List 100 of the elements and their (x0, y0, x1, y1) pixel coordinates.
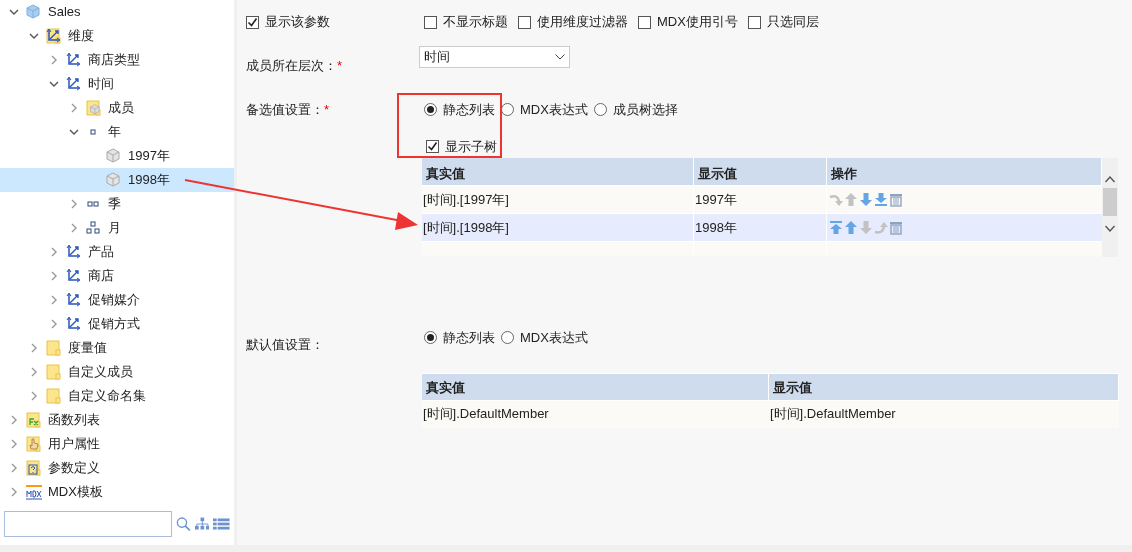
tree-label: 1997年 (128, 147, 170, 166)
tree-item[interactable]: 促销媒介 (0, 288, 234, 312)
tree-item[interactable]: 参数定义 (0, 456, 234, 480)
search-icon[interactable] (176, 516, 191, 532)
chevron-down-icon (555, 54, 565, 60)
chevron-right-icon[interactable] (29, 343, 39, 353)
tree-label: 促销媒介 (88, 291, 140, 310)
tree-item[interactable]: 促销方式 (0, 312, 234, 336)
folder-icon (46, 340, 62, 356)
tree-label: 成员 (108, 99, 134, 118)
tree-label: 维度 (68, 27, 94, 46)
field-label: 成员所在层次：* (246, 58, 343, 73)
tree-label: 参数定义 (48, 459, 100, 478)
checkbox[interactable] (518, 15, 531, 29)
checkbox[interactable] (747, 15, 761, 29)
chevron-right-icon[interactable] (9, 439, 19, 449)
radio-button[interactable] (424, 331, 437, 345)
tree-item[interactable]: 用户属性 (0, 432, 234, 456)
trash-icon[interactable] (889, 192, 903, 207)
list-icon[interactable] (213, 518, 230, 530)
chevron-down-icon[interactable] (49, 79, 59, 89)
chevron-right-icon[interactable] (69, 223, 79, 233)
axis-icon (66, 76, 82, 92)
tree-item[interactable]: 函数列表 (0, 408, 234, 432)
scrollbar[interactable] (1102, 158, 1118, 257)
radio-label: MDX表达式 (520, 329, 588, 347)
checkbox[interactable] (424, 15, 437, 29)
chevron-up-icon[interactable] (1105, 176, 1115, 183)
arrow-up-icon[interactable] (844, 220, 858, 235)
tree-item[interactable]: 度量值 (0, 336, 234, 360)
tree-item[interactable]: MDX模板 (0, 480, 234, 504)
axis-icon (66, 244, 82, 260)
checkbox[interactable] (638, 15, 651, 29)
tree-label: 度量值 (68, 339, 107, 358)
radio-label: 静态列表 (443, 101, 495, 119)
chevron-right-icon[interactable] (9, 487, 19, 497)
chevron-down-icon[interactable] (9, 7, 19, 17)
tree-item[interactable]: 自定义命名集 (0, 384, 234, 408)
column-header: 显示值 (769, 373, 1119, 400)
radio-button[interactable] (593, 103, 607, 117)
chevron-right-icon[interactable] (49, 319, 59, 329)
tree-item[interactable]: 商店 (0, 264, 234, 288)
arrow-down-icon[interactable] (859, 192, 873, 207)
tree-item[interactable]: 时间 (0, 72, 234, 96)
column-header: 真实值 (422, 373, 769, 400)
tree-label: MDX模板 (48, 483, 103, 502)
tree-item[interactable]: 维度 (0, 24, 234, 48)
curved-arrow-down-icon[interactable] (829, 192, 843, 207)
checkbox[interactable] (246, 15, 259, 29)
tree-item[interactable]: 1997年 (0, 144, 234, 168)
tree-item[interactable]: 成员 (0, 96, 234, 120)
search-field[interactable] (4, 511, 172, 537)
chevron-down-icon[interactable] (69, 127, 79, 137)
arrow-down-icon[interactable] (859, 220, 873, 235)
table-row[interactable]: [时间].[1998年] 1998年 (422, 213, 1102, 241)
axis-icon (66, 52, 82, 68)
radio-button[interactable] (501, 331, 514, 345)
table-row[interactable]: [时间].[1997年] 1997年 (422, 185, 1102, 213)
chevron-right-icon[interactable] (49, 247, 59, 257)
radio-label: 成员树选择 (612, 101, 678, 119)
tree-label: 年 (108, 123, 121, 142)
option-label: 只选同层 (766, 13, 819, 32)
hierarchy-icon[interactable] (194, 517, 210, 531)
chevron-right-icon[interactable] (29, 367, 39, 377)
arrow-to-top-icon[interactable] (829, 220, 843, 235)
cube-icon (106, 172, 122, 188)
chevron-down-icon[interactable] (1105, 225, 1115, 232)
tree-item[interactable]: 产品 (0, 240, 234, 264)
chevron-right-icon[interactable] (29, 391, 39, 401)
chevron-right-icon[interactable] (69, 199, 79, 209)
chevron-right-icon[interactable] (9, 463, 19, 473)
level-select[interactable]: 时间 (419, 46, 570, 68)
tree-item[interactable]: 自定义成员 (0, 360, 234, 384)
tree-item[interactable]: 年 (0, 120, 234, 144)
chevron-down-icon[interactable] (29, 31, 39, 41)
folder-hand-icon (26, 436, 42, 452)
tree-item[interactable]: 商店类型 (0, 48, 234, 72)
tree-label: 季 (108, 195, 121, 214)
tree-label: Sales (48, 3, 81, 22)
option-label: 显示子树 (445, 137, 497, 156)
chevron-right-icon[interactable] (49, 271, 59, 281)
mdx-template-icon (26, 484, 42, 500)
chevron-right-icon[interactable] (9, 415, 19, 425)
table-cell-text: [时间].DefaultMember (769, 405, 897, 424)
folder-question-icon (26, 460, 42, 476)
trash-icon[interactable] (889, 220, 903, 235)
scrollbar-thumb[interactable] (1103, 188, 1117, 216)
arrow-up-icon[interactable] (844, 192, 858, 207)
folder-icon (46, 388, 62, 404)
radio-button[interactable] (424, 103, 437, 117)
arrow-to-bottom-icon[interactable] (874, 192, 888, 207)
chevron-right-icon[interactable] (69, 103, 79, 113)
tree-item[interactable]: 季 (0, 192, 234, 216)
tree-item[interactable]: Sales (0, 0, 234, 24)
tree-item[interactable]: 1998年 (0, 168, 234, 192)
checkbox[interactable] (426, 139, 439, 153)
chevron-right-icon[interactable] (49, 295, 59, 305)
tree-item[interactable]: 月 (0, 216, 234, 240)
curved-arrow-up-icon[interactable] (874, 220, 888, 235)
chevron-right-icon[interactable] (49, 55, 59, 65)
